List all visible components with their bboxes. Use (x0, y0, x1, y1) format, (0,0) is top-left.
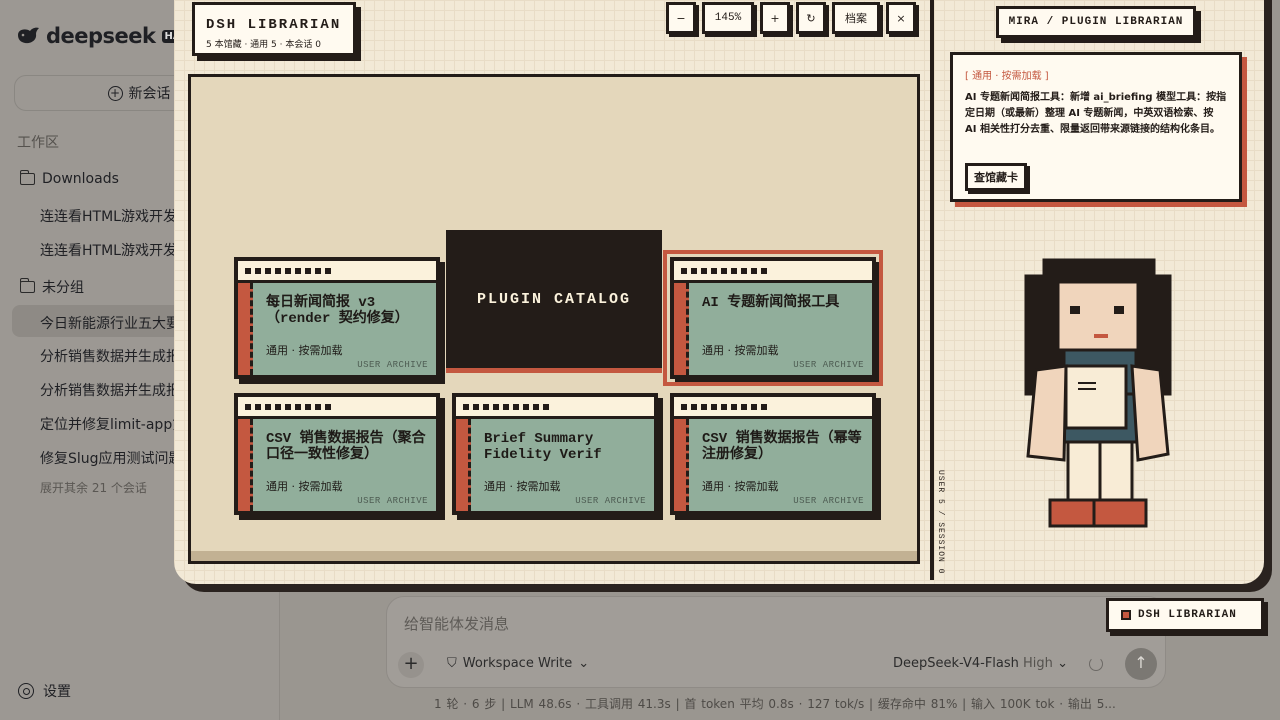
chevron-down-icon: ⌄ (578, 656, 590, 671)
shelf-floor (191, 551, 917, 561)
plugin-detail-box: [ 通用 · 按需加载 ] AI 专题新闻简报工具：新增 ai_briefing… (950, 52, 1242, 202)
card-meta: 通用 · 按需加载 (266, 344, 343, 357)
librarian-title: DSH LIBRARIAN (206, 17, 342, 33)
plugin-card[interactable]: Brief Summary Fidelity Verif 通用 · 按需加载 U… (452, 393, 658, 515)
shield-edit-icon: ⛉ (447, 656, 457, 671)
card-archive-tag: USER ARCHIVE (575, 496, 646, 506)
card-spine (674, 419, 689, 511)
librarian-modal: DSH LIBRARIAN 5 本馆藏 · 通用 5 · 本会话 0 − 145… (174, 0, 1264, 584)
plugin-card[interactable]: CSV 销售数据报告（聚合口径一致性修复） 通用 · 按需加载 USER ARC… (234, 393, 440, 515)
brand: deepseek HAR (16, 24, 192, 48)
loading-spinner-icon (1089, 657, 1103, 671)
brand-name: deepseek (46, 24, 156, 48)
card-tab (238, 261, 436, 283)
card-spine (238, 419, 253, 511)
archive-button[interactable]: 档案 (832, 2, 880, 34)
card-spine (238, 283, 253, 375)
model-level: High (1023, 656, 1053, 671)
conversation-item[interactable]: 定位并修复limit-app第 (40, 414, 186, 434)
conversation-item-active[interactable]: 今日新能源行业五大要 (40, 313, 180, 333)
folder-label: Downloads (42, 171, 119, 187)
model-label: DeepSeek-V4-Flash (893, 656, 1019, 671)
card-meta: 通用 · 按需加载 (702, 344, 779, 357)
conversation-item[interactable]: 分析销售数据并生成报 (40, 346, 180, 366)
conversation-item[interactable]: 连连看HTML游戏开发 (40, 240, 177, 260)
panel-divider (930, 0, 934, 580)
card-meta: 通用 · 按需加载 (702, 480, 779, 493)
card-title: Brief Summary Fidelity Verif (484, 431, 602, 463)
zoom-level: 145% (702, 2, 754, 34)
expand-more-link[interactable]: 展开其余 21 个会话 (40, 479, 147, 496)
settings-label: 设置 (43, 684, 71, 700)
dock-label: DSH LIBRARIAN (1138, 609, 1237, 621)
folder-icon (19, 278, 35, 293)
folder-downloads[interactable]: Downloads (19, 170, 119, 187)
zoom-out-button[interactable]: − (666, 2, 696, 34)
card-title: AI 专题新闻简报工具 (702, 295, 840, 311)
zoom-in-button[interactable]: + (760, 2, 790, 34)
librarian-dock-button[interactable]: DSH LIBRARIAN (1106, 598, 1264, 632)
model-selector[interactable]: DeepSeek-V4-Flash High ⌄ (893, 656, 1068, 671)
card-tab (674, 261, 872, 283)
card-meta: 通用 · 按需加载 (266, 480, 343, 493)
mode-selector[interactable]: ⛉ Workspace Write ⌄ (447, 656, 589, 671)
book-icon (1121, 610, 1131, 620)
card-tab (238, 397, 436, 419)
librarian-subtitle: 5 本馆藏 · 通用 5 · 本会话 0 (206, 40, 321, 50)
card-tab (456, 397, 654, 419)
card-title: CSV 销售数据报告（聚合口径一致性修复） (266, 431, 426, 463)
arrow-up-icon: ↑ (1134, 653, 1148, 672)
detail-tag: [ 通用 · 按需加载 ] (965, 71, 1049, 82)
card-archive-tag: USER ARCHIVE (793, 360, 864, 370)
librarian-title-box: DSH LIBRARIAN 5 本馆藏 · 通用 5 · 本会话 0 (192, 2, 356, 56)
workspace-label: 工作区 (17, 135, 59, 151)
settings-button[interactable]: 设置 (18, 681, 71, 701)
plugin-card[interactable]: 每日新闻简报 v3 （render 契约修复） 通用 · 按需加载 USER A… (234, 257, 440, 379)
card-archive-tag: USER ARCHIVE (793, 496, 864, 506)
new-chat-label: 新会话 (128, 86, 171, 102)
folder-label: 未分组 (42, 280, 84, 296)
conversation-item[interactable]: 修复Slug应用测试问题 (40, 448, 183, 468)
card-spine (456, 419, 471, 511)
message-composer: 给智能体发消息 + ⛉ Workspace Write ⌄ DeepSeek-V… (386, 596, 1166, 688)
mira-label: MIRA / PLUGIN LIBRARIAN (996, 6, 1196, 38)
plugin-card-selected[interactable]: AI 专题新闻简报工具 通用 · 按需加载 USER ARCHIVE (663, 250, 883, 386)
librarian-character-avatar (1024, 258, 1172, 528)
attach-button[interactable]: + (398, 652, 424, 678)
card-archive-tag: USER ARCHIVE (357, 496, 428, 506)
gear-icon (18, 683, 34, 699)
plus-circle-icon: + (107, 85, 123, 101)
detail-description: AI 专题新闻简报工具：新增 ai_briefing 模型工具：按指定日期（或最… (965, 92, 1227, 135)
conversation-item[interactable]: 分析销售数据并生成报 (40, 380, 180, 400)
card-archive-tag: USER ARCHIVE (357, 360, 428, 370)
reset-view-button[interactable]: ↻ (796, 2, 826, 34)
whale-logo-icon (18, 27, 39, 44)
view-card-button[interactable]: 查馆藏卡 (965, 163, 1027, 191)
plugin-catalog-label: PLUGIN CATALOG (446, 230, 662, 368)
folder-ungrouped[interactable]: 未分组 (19, 277, 84, 297)
close-button[interactable]: × (886, 2, 916, 34)
folder-icon (19, 170, 35, 185)
session-counter: USER 5 / SESSION 0 (936, 470, 945, 575)
card-spine (674, 283, 689, 375)
card-title: CSV 销售数据报告（幂等注册修复） (702, 431, 862, 463)
chevron-down-icon: ⌄ (1057, 656, 1068, 671)
session-stats: 1 轮 · 6 步 | LLM 48.6s · 工具调用 41.3s | 首 t… (434, 697, 1116, 711)
card-tab (674, 397, 872, 419)
message-input[interactable]: 给智能体发消息 (404, 613, 509, 634)
plugin-card[interactable]: CSV 销售数据报告（幂等注册修复） 通用 · 按需加载 USER ARCHIV… (670, 393, 876, 515)
send-button[interactable]: ↑ (1125, 648, 1157, 680)
mode-label: Workspace Write (462, 656, 573, 671)
card-meta: 通用 · 按需加载 (484, 480, 561, 493)
conversation-item[interactable]: 连连看HTML游戏开发 (40, 206, 177, 226)
card-title: 每日新闻简报 v3 （render 契约修复） (266, 295, 409, 327)
